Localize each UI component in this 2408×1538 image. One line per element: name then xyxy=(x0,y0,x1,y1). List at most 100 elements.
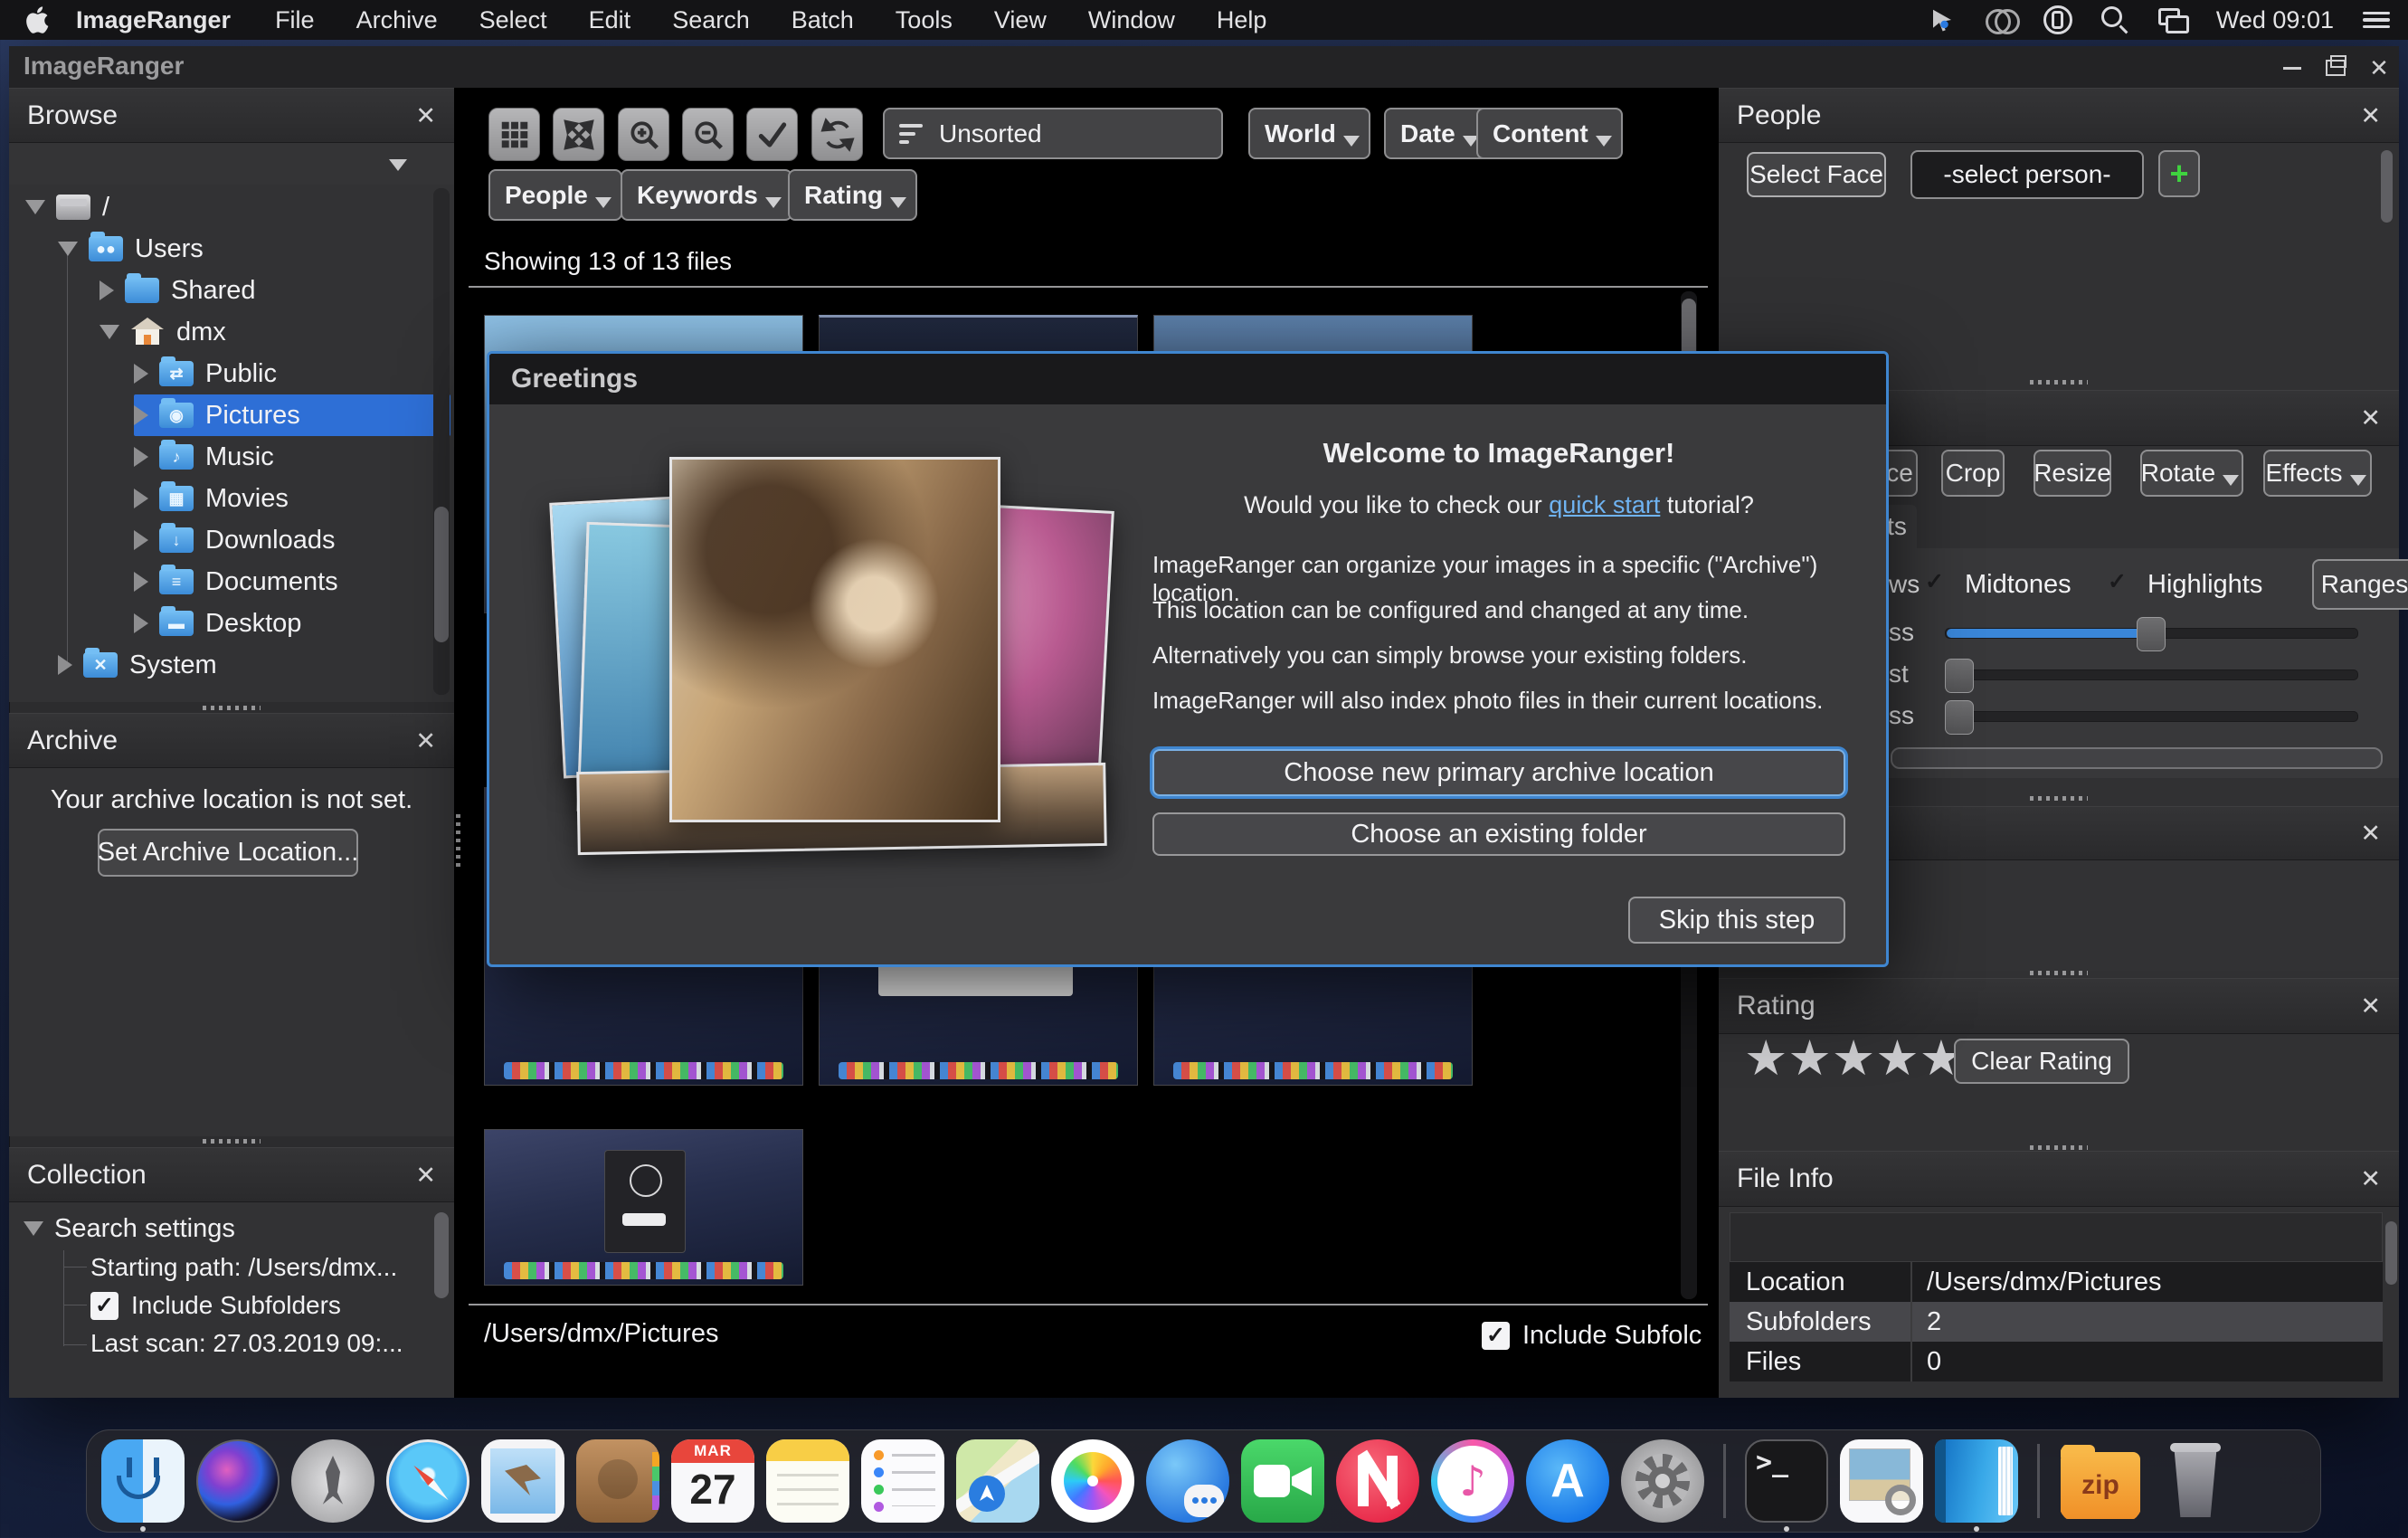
include-subfolders-checkbox[interactable] xyxy=(90,1291,119,1320)
filter-people-dropdown[interactable]: People xyxy=(488,169,622,221)
displays-icon[interactable] xyxy=(2157,5,2189,35)
tree-item-public[interactable]: Public xyxy=(134,353,277,394)
dock-item-finder[interactable] xyxy=(101,1439,185,1532)
apple-menu-icon[interactable] xyxy=(22,5,52,35)
tree-item-desktop[interactable]: Desktop xyxy=(134,603,301,644)
filter-rating-dropdown[interactable]: Rating xyxy=(788,169,918,221)
menu-item-view[interactable]: View xyxy=(973,0,1067,40)
file-info-row-subfolders[interactable]: Subfolders 2 xyxy=(1730,1302,2383,1342)
brightness-slider-handle[interactable] xyxy=(2137,617,2166,651)
dock-item-zip-archive[interactable]: zip xyxy=(2059,1439,2142,1523)
sort-dropdown[interactable]: Unsorted xyxy=(883,108,1223,159)
filter-world-dropdown[interactable]: World xyxy=(1248,108,1370,159)
dock-item-photos[interactable] xyxy=(1051,1439,1134,1523)
panel-splitter-handle[interactable] xyxy=(203,1139,261,1144)
dock-item-preview[interactable] xyxy=(1840,1439,1923,1523)
ranges-button[interactable]: Ranges xyxy=(2312,559,2408,610)
include-subfolders-checkbox[interactable] xyxy=(1482,1321,1510,1350)
chevron-expanded-icon[interactable] xyxy=(100,325,119,339)
contrast-slider-handle[interactable] xyxy=(1945,659,1974,693)
filter-date-dropdown[interactable]: Date xyxy=(1384,108,1490,159)
star-icon[interactable]: ★ xyxy=(1787,1034,1831,1083)
menu-item-select[interactable]: Select xyxy=(459,0,568,40)
tree-item-documents[interactable]: Documents xyxy=(134,561,338,603)
people-scrollbar-thumb[interactable] xyxy=(2381,150,2393,223)
close-window-button[interactable] xyxy=(2359,53,2399,82)
tree-item-movies[interactable]: Movies xyxy=(134,478,289,519)
chevron-expanded-icon[interactable] xyxy=(58,242,78,256)
fullscreen-button[interactable] xyxy=(553,108,604,161)
contrast-slider[interactable] xyxy=(1945,669,2358,680)
file-info-scrollbar-thumb[interactable] xyxy=(2385,1221,2397,1285)
dock-item-system-preferences[interactable] xyxy=(1621,1439,1704,1523)
dock-item-terminal[interactable]: >_ xyxy=(1745,1439,1828,1532)
crop-button[interactable]: Crop xyxy=(1941,450,2005,497)
edit-panel-scrollbar[interactable] xyxy=(1891,747,2383,769)
dock-item-facetime[interactable] xyxy=(1241,1439,1324,1523)
collection-scrollbar-thumb[interactable] xyxy=(434,1212,449,1298)
filter-content-dropdown[interactable]: Content xyxy=(1476,108,1623,159)
chevron-collapsed-icon[interactable] xyxy=(134,613,148,633)
dock-item-trash[interactable] xyxy=(2154,1439,2237,1523)
photo-thumbnail[interactable] xyxy=(484,1129,803,1286)
dock-item-itunes[interactable]: ♪ xyxy=(1431,1439,1514,1523)
panel-splitter-handle[interactable] xyxy=(203,706,261,710)
sidebar-splitter-handle[interactable] xyxy=(456,814,460,869)
menu-clock[interactable]: Wed 09:01 xyxy=(2216,6,2334,34)
dock-item-imageranger[interactable] xyxy=(1935,1439,2018,1532)
resize-button[interactable]: Resize xyxy=(2034,450,2111,497)
tree-item-shared[interactable]: Shared xyxy=(100,270,256,311)
dock-item-news[interactable] xyxy=(1336,1439,1419,1523)
tree-item-system[interactable]: System xyxy=(58,644,217,686)
menu-item-file[interactable]: File xyxy=(254,0,336,40)
effects-dropdown[interactable]: Effects xyxy=(2263,450,2372,497)
menu-app-name[interactable]: ImageRanger xyxy=(52,6,254,34)
dock-item-calendar[interactable]: MAR 27 xyxy=(671,1439,754,1523)
dock-item-app-store[interactable]: A xyxy=(1526,1439,1609,1523)
filter-keywords-dropdown[interactable]: Keywords xyxy=(621,169,792,221)
close-edit-panel-icon[interactable] xyxy=(2360,403,2381,433)
collection-last-scan[interactable]: Last scan: 27.03.2019 09:... xyxy=(90,1325,434,1362)
zoom-out-button[interactable] xyxy=(682,108,734,161)
menu-item-tools[interactable]: Tools xyxy=(875,0,973,40)
panel-splitter-handle[interactable] xyxy=(2030,796,2088,801)
chevron-collapsed-icon[interactable] xyxy=(134,447,148,467)
tree-item-pictures-selected[interactable]: Pictures xyxy=(134,394,450,436)
menu-item-window[interactable]: Window xyxy=(1067,0,1196,40)
include-subfolders-status[interactable]: Include Subfolc xyxy=(1482,1317,1708,1353)
set-archive-location-button[interactable]: Set Archive Location... xyxy=(98,829,358,877)
sharpness-slider[interactable] xyxy=(1945,711,2358,722)
chevron-collapsed-icon[interactable] xyxy=(134,489,148,508)
panel-splitter-handle[interactable] xyxy=(2030,971,2088,975)
pointer-tool-icon[interactable] xyxy=(1927,5,1958,35)
window-titlebar[interactable] xyxy=(9,46,2399,88)
chevron-collapsed-icon[interactable] xyxy=(134,405,148,425)
close-archive-panel-icon[interactable] xyxy=(415,726,436,756)
close-file-info-panel-icon[interactable] xyxy=(2360,1163,2381,1194)
dock-item-launchpad[interactable] xyxy=(291,1439,374,1523)
sharpness-slider-handle[interactable] xyxy=(1945,700,1974,735)
close-rating-panel-icon[interactable] xyxy=(2360,991,2381,1021)
choose-existing-folder-button[interactable]: Choose an existing folder xyxy=(1152,812,1845,856)
clear-rating-button[interactable]: Clear Rating xyxy=(1954,1039,2129,1084)
select-person-dropdown[interactable]: -select person- xyxy=(1910,150,2144,199)
restore-button[interactable] xyxy=(2316,53,2356,82)
collection-root-row[interactable]: Search settings xyxy=(24,1210,235,1248)
select-confirm-button[interactable] xyxy=(746,108,798,161)
refresh-button[interactable] xyxy=(811,108,863,161)
chevron-collapsed-icon[interactable] xyxy=(134,530,148,550)
chevron-collapsed-icon[interactable] xyxy=(134,572,148,592)
tree-item-dmx[interactable]: dmx xyxy=(100,311,226,353)
file-info-row-files[interactable]: Files 0 xyxy=(1730,1342,2383,1381)
select-face-button[interactable]: Select Face xyxy=(1747,152,1886,197)
close-people-panel-icon[interactable] xyxy=(2360,100,2381,131)
chevron-expanded-icon[interactable] xyxy=(25,200,45,214)
notification-center-icon[interactable] xyxy=(2361,5,2392,35)
dock-item-messages[interactable] xyxy=(1146,1439,1229,1523)
menu-item-batch[interactable]: Batch xyxy=(771,0,875,40)
chevron-collapsed-icon[interactable] xyxy=(134,364,148,384)
tree-scrollbar-thumb[interactable] xyxy=(434,507,449,642)
star-rating[interactable]: ★ ★ ★ ★ ★ xyxy=(1744,1034,1963,1083)
chevron-collapsed-icon[interactable] xyxy=(58,655,72,675)
star-icon[interactable]: ★ xyxy=(1832,1034,1875,1083)
